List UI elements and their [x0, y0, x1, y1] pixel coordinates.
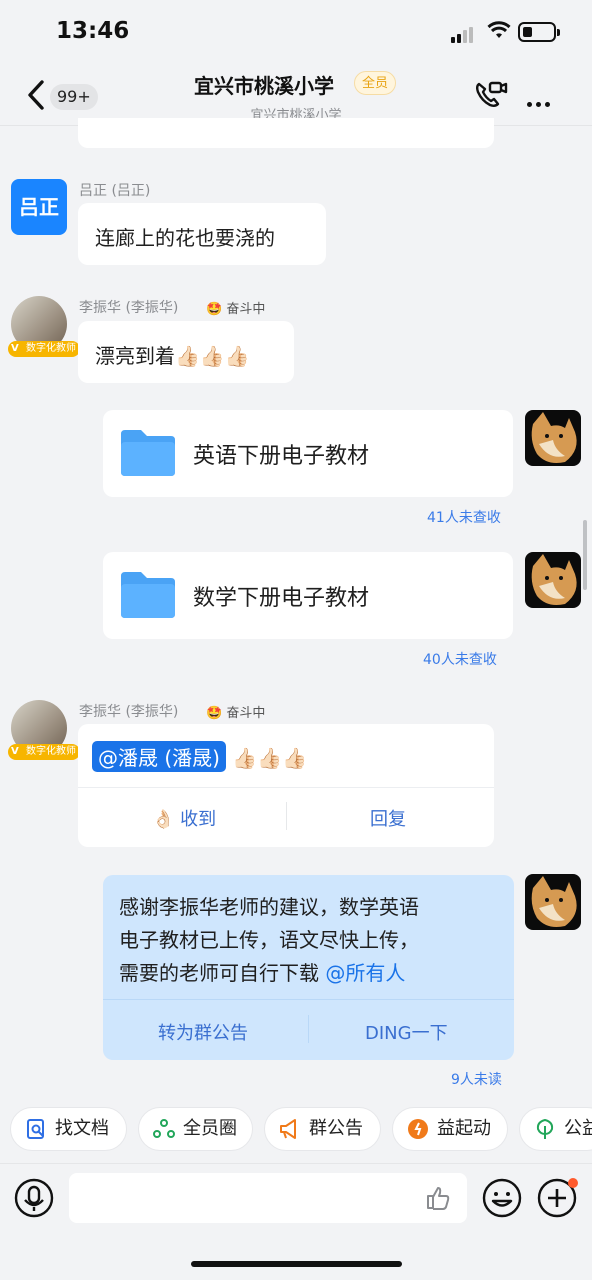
battery-icon [518, 22, 560, 42]
file-name: 数学下册电子教材 [193, 586, 370, 611]
folder-icon [121, 572, 175, 618]
message-input[interactable] [69, 1173, 467, 1223]
circle-icon [153, 1119, 175, 1138]
more-icon[interactable] [527, 92, 554, 111]
like-icon[interactable] [425, 1185, 451, 1211]
all-circle-button[interactable]: 全员圈 [138, 1107, 253, 1151]
avatar[interactable] [525, 552, 581, 608]
message-bubble[interactable]: 漂亮到着👍🏻👍🏻👍🏻 [78, 321, 294, 383]
sender-name: 吕正 (吕正) [79, 183, 151, 199]
divider [308, 1015, 309, 1043]
reply-button[interactable]: 回复 [370, 805, 406, 831]
charity-button[interactable]: 公益 [519, 1107, 592, 1151]
mention-tag[interactable]: @潘晟 (潘晟) [92, 741, 226, 772]
message-line: 感谢李振华老师的建议，数学英语 [119, 895, 419, 919]
find-docs-button[interactable]: 找文档 [10, 1107, 127, 1151]
message-text: 连廊上的花也要浇的 [95, 226, 275, 250]
file-card[interactable]: 数学下册电子教材 [103, 552, 513, 639]
scrollbar[interactable] [583, 520, 587, 590]
ding-button[interactable]: DING一下 [365, 1019, 448, 1045]
verified-tag: V 数字化教师 [8, 341, 80, 357]
divider [78, 787, 494, 788]
announcement-button[interactable]: 群公告 [264, 1107, 381, 1151]
home-indicator [191, 1261, 402, 1267]
sender-name: 李振华 (李振华) [79, 300, 179, 316]
chat-title[interactable]: 宜兴市桃溪小学 [194, 70, 334, 99]
chat-header: 99+ 宜兴市桃溪小学 全员 宜兴市桃溪小学 [0, 62, 592, 126]
message-text: 👍🏻👍🏻👍🏻 [232, 746, 308, 770]
voice-icon[interactable] [14, 1178, 54, 1218]
message-bubble-partial [78, 118, 494, 148]
megaphone-icon [280, 1119, 296, 1139]
group-badge: 全员 [354, 71, 397, 95]
video-call-icon[interactable] [474, 80, 508, 110]
verified-tag: V 数字化教师 [8, 744, 80, 760]
confirm-button[interactable]: 👌🏻 收到 [152, 805, 216, 831]
mention-all[interactable]: @所有人 [325, 961, 405, 985]
folder-icon [121, 430, 175, 476]
yiqidong-button[interactable]: 益起动 [392, 1107, 508, 1151]
emoji-icon[interactable] [482, 1178, 522, 1218]
message-line: 电子教材已上传，语文尽快上传， [119, 928, 419, 952]
plus-icon[interactable] [537, 1178, 579, 1218]
user-status: 🤩 奋斗中 [206, 302, 266, 317]
file-name: 英语下册电子教材 [193, 444, 370, 469]
message-line: 需要的老师可自行下载 [119, 961, 326, 985]
status-time: 13:46 [56, 18, 130, 44]
sender-name: 李振华 (李振华) [79, 704, 179, 720]
to-announcement-button[interactable]: 转为群公告 [158, 1019, 248, 1045]
divider [286, 802, 287, 830]
message-bubble[interactable]: 连廊上的花也要浇的 [78, 203, 326, 265]
avatar[interactable] [525, 874, 581, 930]
read-status[interactable]: 9人未读 [451, 1069, 502, 1089]
user-status: 🤩 奋斗中 [206, 706, 266, 721]
tree-icon [536, 1118, 554, 1139]
avatar[interactable] [525, 410, 581, 466]
message-text: 漂亮到着👍🏻👍🏻👍🏻 [95, 344, 250, 368]
read-status[interactable]: 40人未查收 [423, 649, 497, 669]
wifi-icon [487, 21, 511, 38]
signal-icon [451, 24, 475, 43]
divider [103, 999, 514, 1000]
message-bubble[interactable]: @潘晟 (潘晟) 👍🏻👍🏻👍🏻 👌🏻 收到 回复 [78, 724, 494, 847]
file-card[interactable]: 英语下册电子教材 [103, 410, 513, 497]
run-icon [408, 1119, 428, 1139]
status-bar: 13:46 [0, 0, 592, 62]
avatar[interactable]: 吕正 [11, 179, 67, 235]
doc-search-icon [27, 1119, 44, 1139]
read-status[interactable]: 41人未查收 [427, 507, 501, 527]
self-message-bubble[interactable]: 感谢李振华老师的建议，数学英语 电子教材已上传，语文尽快上传， 需要的老师可自行… [103, 875, 514, 1060]
